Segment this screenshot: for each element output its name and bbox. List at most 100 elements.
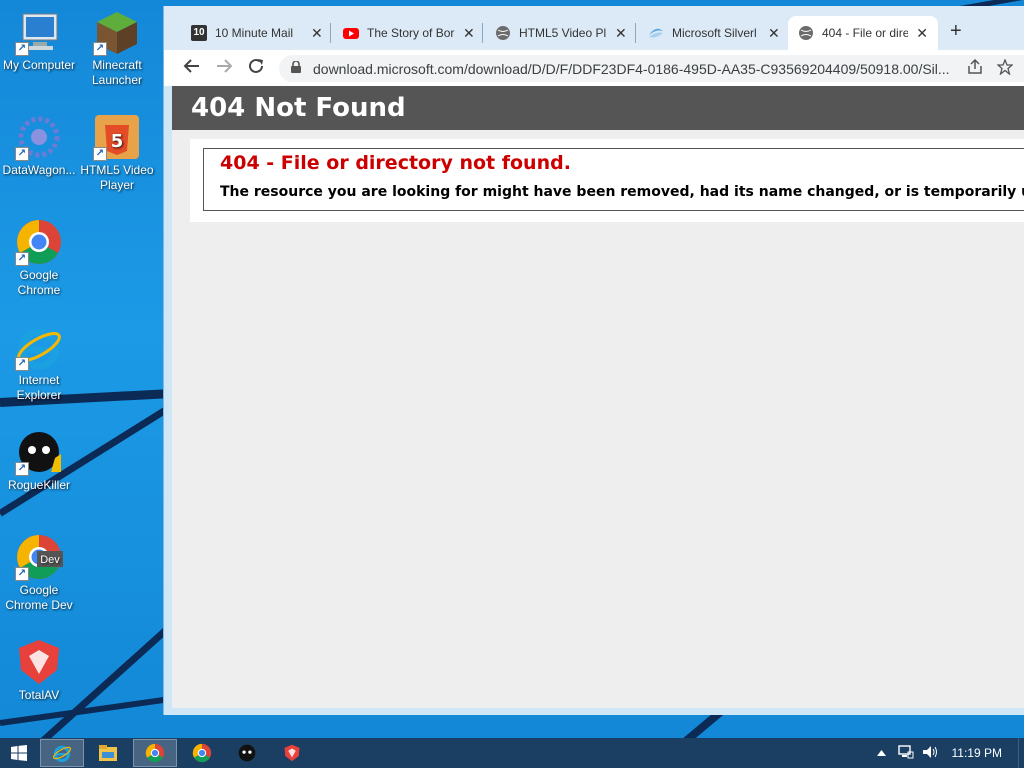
tab-microsoft-silverlight[interactable]: Microsoft Silverl ✕	[638, 16, 790, 50]
desktop-icon-label: HTML5 Video Player	[80, 163, 154, 192]
shortcut-arrow-icon: ↗	[15, 42, 29, 56]
error-title: 404 - File or directory not found.	[220, 152, 571, 174]
taskbar-google-chrome[interactable]	[133, 739, 177, 767]
address-bar[interactable]: download.microsoft.com/download/D/D/F/DD…	[279, 55, 1024, 82]
youtube-icon	[343, 25, 359, 41]
silverlight-icon	[648, 25, 664, 41]
error-description: The resource you are looking for might h…	[220, 184, 1024, 200]
tab-title: The Story of Bor	[367, 26, 455, 40]
tab-title: 10 Minute Mail	[215, 26, 294, 40]
chrome-dev-icon: Dev ↗	[15, 533, 63, 581]
ie-icon: ↗	[15, 323, 63, 371]
close-tab-icon[interactable]: ✕	[311, 25, 323, 42]
desktop-icon-label: Internet Explorer	[16, 373, 62, 402]
chrome-icon	[145, 743, 165, 763]
browser-toolbar: download.microsoft.com/download/D/D/F/DD…	[164, 50, 1024, 86]
tenminutemail-icon: 10	[191, 25, 207, 41]
tab-10-minute-mail[interactable]: 10 10 Minute Mail ✕	[181, 16, 333, 50]
tab-separator	[635, 23, 636, 43]
desktop-icon-html5-video-player[interactable]: 5 ↗ HTML5 Video Player	[78, 113, 156, 193]
minecraft-icon: ↗	[93, 8, 141, 56]
shortcut-arrow-icon: ↗	[15, 147, 29, 161]
taskbar-roguekiller[interactable]	[225, 739, 269, 767]
show-desktop-button[interactable]	[1018, 738, 1024, 768]
tab-youtube[interactable]: The Story of Bor ✕	[333, 16, 485, 50]
close-tab-icon[interactable]: ✕	[463, 25, 475, 42]
shortcut-arrow-icon: ↗	[15, 357, 29, 371]
tab-title: 404 - File or dire	[822, 26, 909, 40]
taskbar: 11:19 PM	[0, 738, 1024, 768]
dev-badge: Dev	[40, 554, 60, 566]
share-icon[interactable]	[967, 58, 983, 79]
shortcut-arrow-icon: ↗	[15, 252, 29, 266]
arrow-right-icon	[217, 58, 233, 73]
close-tab-icon[interactable]: ✕	[768, 25, 780, 42]
desktop-icon-label: DataWagon...	[2, 163, 76, 177]
shortcut-arrow-icon: ↗	[93, 147, 107, 161]
desktop-icon-label: Minecraft Launcher	[91, 58, 143, 87]
chevron-up-icon	[876, 750, 886, 756]
globe-icon	[798, 25, 814, 41]
tab-title: Microsoft Silverl	[672, 26, 757, 40]
desktop-icon-google-chrome-dev[interactable]: Dev ↗ Google Chrome Dev	[0, 533, 78, 613]
reload-button[interactable]	[240, 57, 272, 80]
back-button[interactable]	[176, 57, 208, 80]
file-explorer-icon	[99, 745, 117, 761]
taskbar-google-chrome-dev[interactable]	[180, 739, 224, 767]
desktop-icon-label: TotalAV	[18, 688, 60, 702]
computer-icon: ↗	[15, 8, 63, 56]
globe-icon	[495, 25, 511, 41]
error-fieldset: 404 - File or directory not found. The r…	[203, 148, 1024, 211]
forward-button[interactable]	[208, 57, 240, 80]
tab-title: HTML5 Video Pl	[519, 26, 607, 40]
close-tab-icon[interactable]: ✕	[615, 25, 627, 42]
shortcut-arrow-icon: ↗	[93, 42, 107, 56]
tab-strip: 10 10 Minute Mail ✕ The Story of Bor ✕ H…	[164, 6, 1024, 50]
show-hidden-icons-button[interactable]	[876, 748, 886, 758]
network-icon[interactable]	[897, 744, 914, 762]
close-tab-icon[interactable]: ✕	[916, 25, 928, 42]
url-text: download.microsoft.com/download/D/D/F/DD…	[313, 60, 950, 77]
new-tab-button[interactable]: +	[950, 20, 962, 43]
desktop-icon-label: Google Chrome	[17, 268, 61, 297]
desktop-icon-totalav[interactable]: TotalAV	[0, 638, 78, 703]
browser-window: 10 10 Minute Mail ✕ The Story of Bor ✕ H…	[163, 6, 1024, 715]
reload-icon	[249, 58, 263, 73]
desktop-icon-label: Google Chrome Dev	[5, 583, 73, 612]
content-container: 404 - File or directory not found. The r…	[190, 139, 1024, 222]
chrome-icon: ↗	[15, 218, 63, 266]
shortcut-arrow-icon: ↗	[15, 462, 29, 476]
system-tray: 11:19 PM	[876, 738, 1024, 768]
desktop-icon-internet-explorer[interactable]: ↗ Internet Explorer	[0, 323, 78, 403]
desktop-icon-roguekiller[interactable]: ↗ RogueKiller	[0, 428, 78, 493]
desktop-icon-label: My Computer	[2, 58, 76, 72]
start-icon	[11, 745, 27, 761]
desktop-icon-my-computer[interactable]: ↗ My Computer	[0, 8, 78, 73]
desktop-icon-datawagon[interactable]: ↗ DataWagon...	[0, 113, 78, 178]
html5-icon: 5 ↗	[93, 113, 141, 161]
taskbar-internet-explorer[interactable]	[40, 739, 84, 767]
tab-404-active[interactable]: 404 - File or dire ✕	[788, 16, 938, 50]
desktop-icon-google-chrome[interactable]: ↗ Google Chrome	[0, 218, 78, 298]
shortcut-arrow-icon: ↗	[15, 567, 29, 581]
svg-text:5: 5	[111, 131, 124, 152]
page-content: 404 Not Found 404 - File or directory no…	[172, 86, 1024, 708]
taskbar-totalav[interactable]	[270, 739, 314, 767]
ie-icon	[52, 745, 72, 762]
tab-separator	[330, 23, 331, 43]
datawagon-icon: ↗	[15, 113, 63, 161]
volume-icon[interactable]	[922, 745, 938, 762]
chrome-dev-icon	[192, 743, 212, 763]
bookmark-star-icon[interactable]	[996, 57, 1014, 79]
start-button[interactable]	[0, 739, 38, 767]
roguekiller-icon	[238, 744, 256, 762]
tab-html5-video-player[interactable]: HTML5 Video Pl ✕	[485, 16, 637, 50]
desktop-icon-label: RogueKiller	[7, 478, 71, 492]
desktop-icon-minecraft[interactable]: ↗ Minecraft Launcher	[78, 8, 156, 88]
clock[interactable]: 11:19 PM	[952, 746, 1002, 760]
tab-separator	[482, 23, 483, 43]
taskbar-file-explorer[interactable]	[86, 739, 130, 767]
totalav-icon	[284, 744, 300, 762]
totalav-icon	[15, 638, 63, 686]
roguekiller-icon: ↗	[15, 428, 63, 476]
